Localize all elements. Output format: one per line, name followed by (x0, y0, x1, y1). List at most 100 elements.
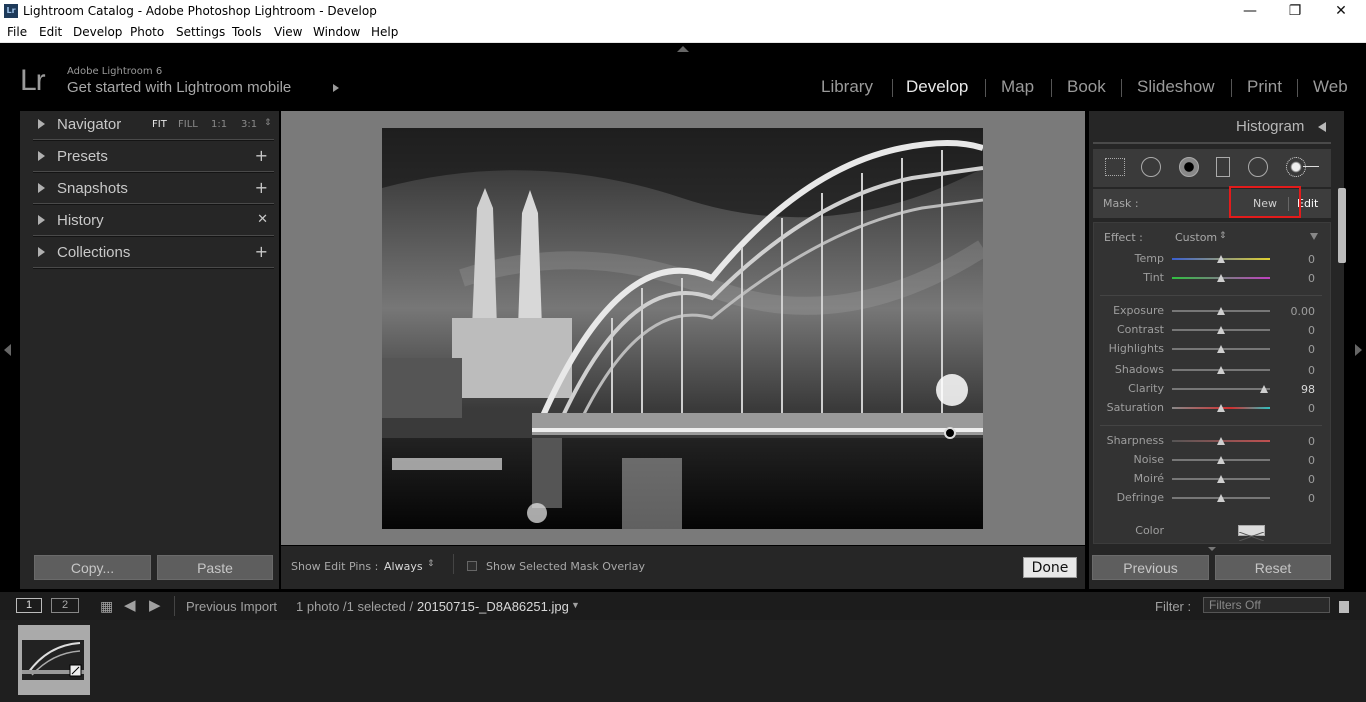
grid-view-icon[interactable]: ▦ (100, 598, 113, 615)
file-name[interactable]: 20150715-_D8A86251.jpg (417, 599, 569, 614)
filter-lock-icon[interactable] (1339, 601, 1349, 613)
module-map[interactable]: Map (1001, 77, 1034, 97)
slider-knob-saturation[interactable] (1217, 404, 1225, 412)
panel-navigator[interactable]: Navigator FIT FILL 1:1 3:1 ⇕ (20, 111, 279, 141)
slider-knob-exposure[interactable] (1217, 307, 1225, 315)
slider-value-shadows[interactable]: 0 (1280, 364, 1315, 377)
slider-knob-contrast[interactable] (1217, 326, 1225, 334)
slider-value-contrast[interactable]: 0 (1280, 324, 1315, 337)
slider-value-highlights[interactable]: 0 (1280, 343, 1315, 356)
effect-select[interactable]: Custom (1175, 231, 1217, 244)
slider-label-tint: Tint (1143, 271, 1164, 284)
spot-removal-icon[interactable] (1141, 157, 1161, 177)
collapse-left-icon[interactable] (4, 344, 11, 356)
slider-value-tint[interactable]: 0 (1280, 272, 1315, 285)
zoom-stepper-icon[interactable]: ⇕ (264, 118, 272, 128)
done-button[interactable]: Done (1023, 557, 1077, 578)
slider-knob-defringe[interactable] (1217, 494, 1225, 502)
filename-dropdown-icon[interactable]: ▼ (571, 600, 580, 610)
menu-file[interactable]: File (7, 25, 27, 39)
edit-pins-stepper-icon[interactable]: ⇕ (427, 559, 435, 569)
menu-help[interactable]: Help (371, 25, 398, 39)
copy-button[interactable]: Copy... (34, 555, 151, 580)
module-library[interactable]: Library (821, 77, 873, 97)
color-swatch[interactable] (1238, 525, 1265, 542)
slider-value-sharpness[interactable]: 0 (1280, 435, 1315, 448)
mask-overlay-checkbox[interactable] (467, 561, 477, 571)
menu-window[interactable]: Window (313, 25, 360, 39)
panel-presets[interactable]: Presets + (20, 143, 279, 173)
second-window-button[interactable]: 2 (51, 598, 79, 613)
slider-knob-moiré[interactable] (1217, 475, 1225, 483)
module-print[interactable]: Print (1247, 77, 1282, 97)
maximize-button[interactable]: ❐ (1272, 0, 1318, 23)
slider-knob-noise[interactable] (1217, 456, 1225, 464)
scroll-more-icon (1208, 547, 1216, 551)
slider-value-saturation[interactable]: 0 (1280, 402, 1315, 415)
slider-value-defringe[interactable]: 0 (1280, 492, 1315, 505)
slider-value-exposure[interactable]: 0.00 (1280, 305, 1316, 318)
menu-tools[interactable]: Tools (232, 25, 262, 39)
slider-label-contrast: Contrast (1116, 323, 1164, 336)
slider-label-exposure: Exposure (1113, 304, 1164, 317)
nav-1-1[interactable]: 1:1 (211, 119, 227, 130)
filmstrip-thumbnail[interactable] (18, 625, 90, 695)
effect-stepper-icon[interactable]: ⇕ (1219, 231, 1227, 241)
panel-history[interactable]: History ✕ (20, 207, 279, 237)
slider-knob-sharpness[interactable] (1217, 437, 1225, 445)
histogram-collapse-icon[interactable] (1318, 122, 1326, 132)
slider-knob-shadows[interactable] (1217, 366, 1225, 374)
close-button[interactable]: ✕ (1318, 0, 1364, 23)
nav-fit[interactable]: FIT (152, 119, 167, 130)
mobile-link[interactable]: Get started with Lightroom mobile (67, 79, 291, 96)
main-window-button[interactable]: 1 (16, 598, 42, 613)
red-eye-icon[interactable] (1179, 157, 1199, 177)
menu-develop[interactable]: Develop (73, 25, 122, 39)
minimize-button[interactable]: — (1227, 0, 1273, 23)
menu-settings[interactable]: Settings (176, 25, 225, 39)
edit-pins-select[interactable]: Always (384, 560, 423, 573)
panel-collections[interactable]: Collections + (20, 239, 279, 269)
slider-value-noise[interactable]: 0 (1280, 454, 1315, 467)
clear-history-icon[interactable]: ✕ (257, 212, 268, 227)
nav-fill[interactable]: FILL (178, 119, 198, 130)
add-snapshot-icon[interactable]: + (255, 178, 268, 197)
paste-button[interactable]: Paste (157, 555, 273, 580)
slider-track-clarity[interactable] (1172, 388, 1270, 390)
menu-view[interactable]: View (274, 25, 302, 39)
histogram-label[interactable]: Histogram (1236, 118, 1304, 135)
module-slideshow[interactable]: Slideshow (1137, 77, 1215, 97)
collapse-right-icon[interactable] (1355, 344, 1362, 356)
slider-value-moiré[interactable]: 0 (1280, 473, 1315, 486)
crop-tool-icon[interactable] (1105, 158, 1125, 176)
module-develop[interactable]: Develop (906, 77, 968, 97)
module-book[interactable]: Book (1067, 77, 1106, 97)
slider-knob-highlights[interactable] (1217, 345, 1225, 353)
panel-snapshots[interactable]: Snapshots + (20, 175, 279, 205)
effect-collapse-icon[interactable] (1310, 233, 1318, 240)
slider-knob-tint[interactable] (1217, 274, 1225, 282)
adjustment-brush-icon[interactable] (1286, 157, 1306, 177)
menu-photo[interactable]: Photo (130, 25, 164, 39)
graduated-filter-icon[interactable] (1216, 157, 1230, 177)
source-label[interactable]: Previous Import (186, 599, 277, 614)
slider-value-temp[interactable]: 0 (1280, 253, 1315, 266)
slider-knob-clarity[interactable] (1260, 385, 1269, 393)
photo-preview[interactable] (382, 128, 983, 529)
menu-edit[interactable]: Edit (39, 25, 62, 39)
collapse-top-icon[interactable] (677, 46, 689, 52)
reset-button[interactable]: Reset (1215, 555, 1331, 580)
back-arrow-icon[interactable]: ◀ (124, 596, 136, 614)
add-collection-icon[interactable]: + (255, 242, 268, 261)
slider-knob-temp[interactable] (1217, 255, 1225, 263)
slider-value-clarity[interactable]: 98 (1280, 383, 1315, 396)
previous-button[interactable]: Previous (1092, 555, 1209, 580)
module-web[interactable]: Web (1313, 77, 1348, 97)
forward-arrow-icon[interactable]: ▶ (149, 596, 161, 614)
nav-3-1[interactable]: 3:1 (241, 119, 257, 130)
add-preset-icon[interactable]: + (255, 146, 268, 165)
radial-filter-icon[interactable] (1248, 157, 1268, 177)
right-panel-scrollbar[interactable] (1338, 188, 1346, 263)
filter-select[interactable]: Filters Off (1203, 597, 1330, 613)
play-arrow-icon[interactable] (333, 84, 339, 92)
